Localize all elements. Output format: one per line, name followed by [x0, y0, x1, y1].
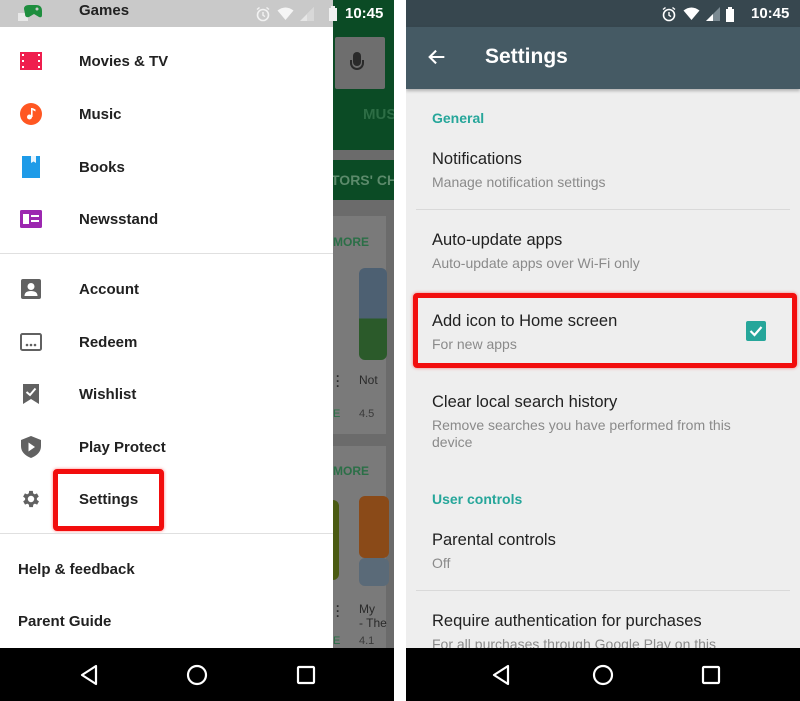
- battery-icon: [726, 6, 734, 22]
- background-play-store: MUS TORS' CH MORE · · · Not E 4.5 MORE · · ·…: [333, 0, 394, 648]
- alarm-icon: [256, 6, 270, 22]
- drawer-item-redeem[interactable]: Redeem: [0, 316, 333, 368]
- redeem-icon: [19, 330, 43, 354]
- pref-divider: [416, 209, 790, 210]
- overflow-menu-icon: · · ·: [336, 599, 340, 623]
- pref-divider: [416, 590, 790, 591]
- pref-notifications[interactable]: Notifications Manage notification settin…: [406, 150, 800, 205]
- nav-back-button[interactable]: [488, 662, 514, 688]
- drawer-item-help-feedback[interactable]: Help & feedback: [18, 561, 135, 578]
- film-icon: [19, 49, 43, 73]
- pref-summary: For new apps: [432, 336, 517, 352]
- wifi-icon: [683, 7, 700, 20]
- page-title: Settings: [485, 45, 568, 68]
- drawer-item-label: Account: [79, 280, 139, 298]
- status-bar: 10:45: [406, 0, 800, 27]
- pref-title: Add icon to Home screen: [432, 312, 618, 330]
- drawer-item-settings[interactable]: Settings: [0, 473, 333, 525]
- back-button[interactable]: [426, 46, 450, 70]
- pref-summary: Remove searches you have performed from …: [432, 417, 731, 450]
- nav-back-button[interactable]: [76, 662, 102, 688]
- signal-icon: [706, 7, 720, 21]
- drawer-item-label: Books: [79, 158, 125, 176]
- navigation-drawer: Games Movies & TV Music Books Newsstand …: [0, 2, 333, 648]
- gamepad-icon: [18, 5, 42, 21]
- wifi-icon: [277, 7, 294, 20]
- background-more-link: MORE: [333, 235, 369, 249]
- pref-title: Parental controls: [432, 531, 556, 549]
- background-tab-music: MUS: [363, 106, 394, 123]
- status-bar: [0, 0, 333, 27]
- pref-add-icon-home-screen[interactable]: Add icon to Home screen For new apps: [406, 312, 800, 362]
- pref-auto-update-apps[interactable]: Auto-update apps Auto-update apps over W…: [406, 231, 800, 281]
- background-app-thumbnail: [359, 496, 389, 558]
- drawer-item-account[interactable]: Account: [0, 263, 333, 315]
- right-phone-screen: 10:45 Settings General Notifications Man…: [406, 0, 800, 701]
- pref-require-authentication[interactable]: Require authentication for purchases For…: [406, 612, 800, 652]
- pref-summary: Off: [432, 555, 451, 571]
- checkmark-icon: [749, 326, 763, 337]
- nav-home-button[interactable]: [590, 662, 616, 688]
- gear-icon: [19, 487, 43, 511]
- account-icon: [19, 277, 43, 301]
- section-header-user-controls: User controls: [432, 491, 523, 507]
- status-time: 10:45: [751, 5, 790, 22]
- drawer-divider: [0, 253, 333, 254]
- system-nav-bar: [0, 648, 394, 701]
- pref-summary: Auto-update apps over Wi-Fi only: [432, 255, 640, 271]
- overflow-menu-icon: · · ·: [336, 369, 340, 393]
- drawer-item-label: Movies & TV: [79, 52, 169, 70]
- pref-title: Clear local search history: [432, 393, 618, 411]
- drawer-item-label: Music: [79, 105, 122, 123]
- recents-icon: [701, 665, 721, 685]
- drawer-item-movies-tv[interactable]: Movies & TV: [0, 35, 333, 87]
- pref-title: Require authentication for purchases: [432, 612, 702, 630]
- alarm-icon: [662, 6, 676, 22]
- nav-recents-button[interactable]: [698, 662, 724, 688]
- pref-title: Notifications: [432, 150, 522, 168]
- left-phone-screen: MUS TORS' CH MORE · · · Not E 4.5 MORE · · ·…: [0, 0, 394, 701]
- pref-clear-search-history[interactable]: Clear local search history Remove search…: [406, 393, 800, 455]
- home-icon: [186, 664, 208, 686]
- book-icon: [19, 155, 43, 179]
- section-header-general: General: [432, 110, 485, 126]
- home-icon: [592, 664, 614, 686]
- nav-home-button[interactable]: [184, 662, 210, 688]
- drawer-item-books[interactable]: Books: [0, 141, 333, 193]
- drawer-item-label: Redeem: [79, 333, 138, 351]
- signal-icon: [300, 7, 314, 21]
- drawer-item-wishlist[interactable]: Wishlist: [0, 368, 333, 420]
- back-icon: [80, 664, 98, 686]
- back-icon: [492, 664, 510, 686]
- drawer-divider: [0, 533, 333, 534]
- status-time: 10:45: [345, 5, 384, 22]
- background-more-link: MORE: [333, 464, 369, 478]
- drawer-item-parent-guide[interactable]: Parent Guide: [18, 613, 111, 630]
- drawer-item-label: Play Protect: [79, 438, 166, 456]
- drawer-item-label: Games: [79, 2, 130, 19]
- drawer-item-newsstand[interactable]: Newsstand: [0, 193, 333, 245]
- battery-icon: [329, 6, 337, 21]
- drawer-item-label: Wishlist: [79, 385, 137, 403]
- arrow-back-icon: [428, 49, 445, 65]
- music-note-icon: [19, 102, 43, 126]
- recents-icon: [296, 665, 316, 685]
- nav-recents-button[interactable]: [293, 662, 319, 688]
- wishlist-icon: [19, 382, 43, 406]
- drawer-item-play-protect[interactable]: Play Protect: [0, 421, 333, 473]
- newsstand-icon: [19, 207, 43, 231]
- system-nav-bar: [406, 648, 800, 701]
- drawer-item-label: Settings: [79, 490, 139, 508]
- add-icon-checkbox[interactable]: [746, 321, 766, 341]
- app-toolbar: Settings: [406, 27, 800, 89]
- background-app-thumbnail: [359, 268, 387, 360]
- pref-parental-controls[interactable]: Parental controls Off: [406, 531, 800, 576]
- pref-title: Auto-update apps: [432, 231, 563, 249]
- background-editors-choice: TORS' CH: [333, 172, 394, 188]
- pref-summary: Manage notification settings: [432, 174, 606, 190]
- drawer-item-music[interactable]: Music: [0, 88, 333, 140]
- shield-play-icon: [19, 435, 43, 459]
- drawer-item-label: Newsstand: [79, 210, 159, 228]
